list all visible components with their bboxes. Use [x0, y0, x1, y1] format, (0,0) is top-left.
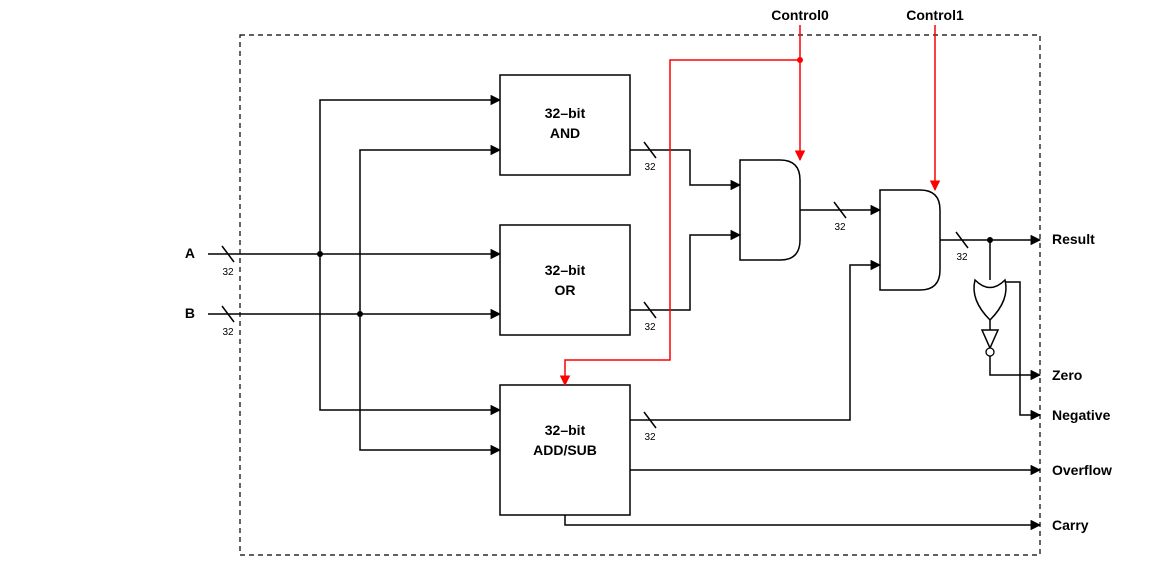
- wire-negative: [1005, 282, 1040, 415]
- wire-a-to-and: [320, 100, 500, 254]
- bus-width-b: 32: [222, 327, 234, 338]
- bus-width-addsub: 32: [644, 432, 656, 443]
- input-a-label: A: [185, 245, 195, 261]
- wire-or-out: [630, 235, 740, 310]
- input-b-label: B: [185, 305, 195, 321]
- bus-width-result: 32: [956, 252, 968, 263]
- control0-label: Control0: [771, 7, 829, 23]
- output-negative-label: Negative: [1052, 407, 1111, 423]
- wire-b-to-and: [360, 150, 500, 314]
- and-block-l2: AND: [550, 125, 580, 141]
- output-carry-label: Carry: [1052, 517, 1089, 533]
- mux0: [740, 160, 800, 260]
- output-zero-label: Zero: [1052, 367, 1082, 383]
- wire-b-to-addsub: [360, 314, 500, 450]
- mux1: [880, 190, 940, 290]
- output-result-label: Result: [1052, 231, 1095, 247]
- or-gate-icon: [974, 280, 1006, 320]
- wire-zero: [990, 356, 1040, 375]
- addsub-block-l2: ADD/SUB: [533, 442, 597, 458]
- output-overflow-label: Overflow: [1052, 462, 1112, 478]
- junction-dot-red: [797, 57, 803, 63]
- or-block: [500, 225, 630, 335]
- not-bubble-icon: [986, 348, 994, 356]
- control1-label: Control1: [906, 7, 964, 23]
- bus-width-or: 32: [644, 322, 656, 333]
- addsub-block-l1: 32–bit: [545, 422, 586, 438]
- bus-width-mux0: 32: [834, 222, 846, 233]
- wire-carry: [565, 515, 1040, 525]
- wire-addsub-out: [630, 265, 880, 420]
- alu-diagram: A B 32 32 32–bit AND 32–bit OR 32–bit AD…: [0, 0, 1166, 575]
- or-block-l2: OR: [555, 282, 576, 298]
- not-gate-icon: [982, 330, 998, 348]
- or-block-l1: 32–bit: [545, 262, 586, 278]
- bus-width-and: 32: [644, 162, 656, 173]
- bus-width-a: 32: [222, 267, 234, 278]
- wire-a-to-addsub: [320, 254, 500, 410]
- and-block-l1: 32–bit: [545, 105, 586, 121]
